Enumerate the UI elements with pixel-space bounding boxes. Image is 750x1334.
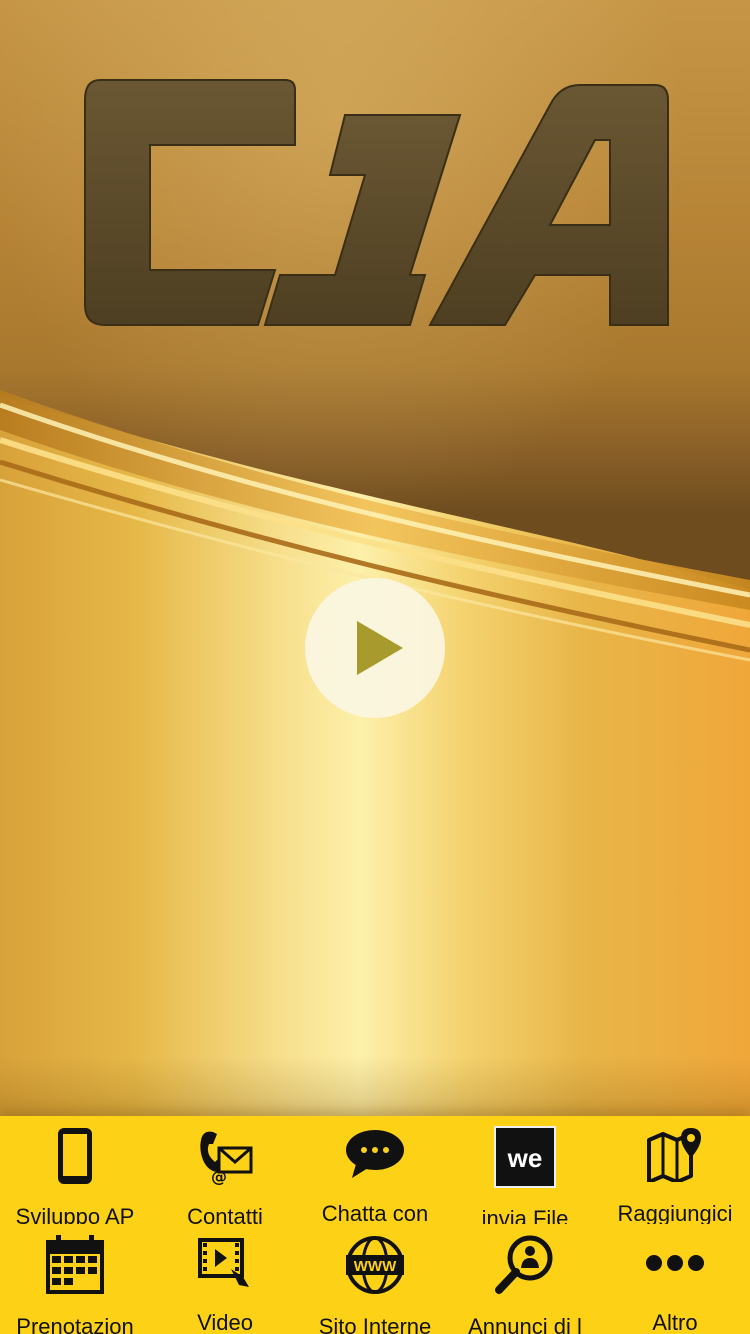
nav-item-label: invia File — [481, 1206, 569, 1224]
svg-text:WWW: WWW — [354, 1258, 397, 1275]
nav-item-chatta[interactable]: Chatta con — [300, 1116, 450, 1224]
calendar-icon — [43, 1234, 107, 1296]
nav-item-raggiungici[interactable]: Raggiungici — [600, 1116, 750, 1224]
nav-item-prenotazioni[interactable]: Prenotazion — [0, 1224, 150, 1334]
nav-item-altro[interactable]: Altro — [600, 1224, 750, 1334]
svg-text:@: @ — [211, 1167, 227, 1186]
chat-bubble-icon — [343, 1126, 407, 1183]
nav-item-sviluppo[interactable]: Sviluppo AP — [0, 1116, 150, 1224]
nav-item-contatti[interactable]: @ Contatti — [150, 1116, 300, 1224]
smartphone-icon — [43, 1126, 107, 1186]
search-person-icon — [493, 1234, 557, 1296]
svg-text:we: we — [507, 1143, 543, 1173]
map-pin-icon — [643, 1126, 707, 1183]
nav-item-video[interactable]: Video — [150, 1224, 300, 1334]
nav-item-label: Sito Interne — [318, 1314, 432, 1334]
nav-item-label: Prenotazion — [16, 1314, 134, 1334]
play-icon — [357, 621, 403, 675]
nav-item-label: Contatti — [187, 1204, 263, 1224]
nav-item-label: Raggiungici — [617, 1200, 733, 1224]
video-play-icon — [193, 1234, 257, 1292]
nav-item-label: Sviluppo AP — [15, 1204, 135, 1224]
nav-item-sito-internet[interactable]: WWW Sito Interne — [300, 1224, 450, 1334]
nav-item-label: Altro — [652, 1310, 698, 1334]
phone-mail-icon: @ — [193, 1126, 257, 1186]
video-hero[interactable] — [0, 0, 750, 1116]
nav-item-label: Chatta con — [321, 1200, 429, 1224]
www-globe-icon: WWW — [343, 1234, 407, 1296]
nav-item-annunci[interactable]: Annunci di l — [450, 1224, 600, 1334]
wetransfer-icon: we — [493, 1126, 557, 1188]
bottom-nav: Sviluppo AP @ Contatti Chatta con we inv… — [0, 1116, 750, 1334]
nav-item-label: Annunci di l — [468, 1314, 582, 1334]
c1a-logo — [84, 79, 669, 326]
play-button[interactable] — [305, 578, 445, 718]
nav-item-label: Video — [197, 1310, 253, 1334]
nav-item-invia-file[interactable]: we invia File — [450, 1116, 600, 1224]
more-dots-icon — [643, 1234, 707, 1292]
app-screen: Sviluppo AP @ Contatti Chatta con we inv… — [0, 0, 750, 1334]
